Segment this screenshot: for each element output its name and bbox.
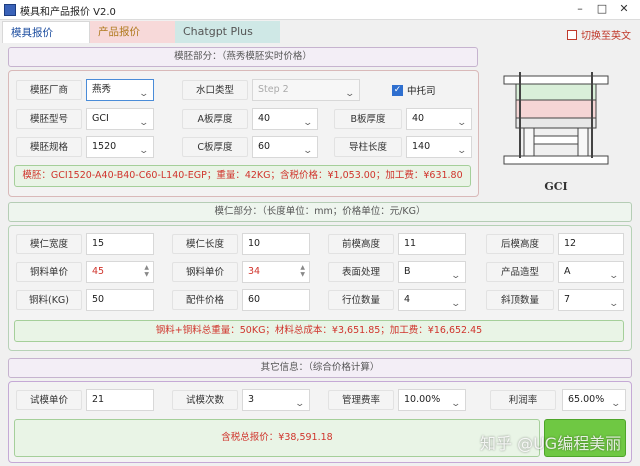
b-plate-select[interactable]: 40 ⌄ [406, 108, 472, 130]
copper-price-label: 铜料单价 [16, 262, 82, 282]
language-toggle[interactable]: 切换至英文 [567, 27, 631, 42]
lifter-count-select[interactable]: 7 ⌄ [558, 289, 624, 311]
spec-label: 模胚规格 [16, 137, 82, 157]
back-height-input[interactable]: 12 [558, 233, 624, 255]
chevron-down-icon: ⌄ [344, 89, 356, 99]
chevron-down-icon: ⌄ [294, 399, 306, 409]
diagram-caption: GCI [544, 180, 568, 193]
chevron-down-icon: ⌄ [138, 118, 150, 128]
model-select[interactable]: GCI ⌄ [86, 108, 154, 130]
vendor-label: 模胚厂商 [16, 80, 82, 100]
shape-select[interactable]: A ⌄ [558, 261, 624, 283]
spinner-icon[interactable]: ▲ ▼ [300, 264, 305, 278]
spinner-icon[interactable]: ▲ ▼ [144, 264, 149, 278]
maximize-button[interactable]: □ [594, 2, 610, 16]
chevron-down-icon: ⌄ [302, 146, 314, 156]
mold-base-header: 模胚部分：（燕秀模胚实时价格） [8, 47, 478, 67]
gate-type-select[interactable]: Step 2 ⌄ [252, 79, 360, 101]
steel-price-stepper[interactable]: 34 ▲ ▼ [242, 261, 310, 283]
mid-plate-checkbox[interactable]: ✓ 中托司 [392, 83, 436, 97]
chevron-down-icon: ⌄ [450, 271, 462, 281]
parts-price-label: 配件价格 [172, 290, 238, 310]
model-label: 模胚型号 [16, 109, 82, 129]
lifter-count-label: 斜顶数量 [486, 290, 554, 310]
chevron-down-icon: ⌄ [138, 146, 150, 156]
steel-price-label: 钢料单价 [172, 262, 238, 282]
tab-chatgpt[interactable]: Chatgpt Plus [175, 21, 280, 43]
mold-base-result: 模胚：GCI1520-A40-B40-C60-L140-EGP；重量：42KG；… [14, 165, 471, 187]
close-button[interactable]: ✕ [616, 2, 632, 16]
a-plate-select[interactable]: 40 ⌄ [252, 108, 318, 130]
trial-count-label: 试模次数 [172, 390, 238, 410]
parts-price-input[interactable]: 60 [242, 289, 310, 311]
trial-price-label: 试模单价 [16, 390, 82, 410]
core-length-input[interactable]: 10 [242, 233, 310, 255]
profit-rate-select[interactable]: 65.00% ⌄ [562, 389, 626, 411]
other-header: 其它信息：（综合价格计算） [8, 358, 632, 378]
mid-plate-label: 中托司 [407, 86, 436, 97]
tab-product-quote[interactable]: 产品报价 [90, 21, 175, 43]
chevron-down-icon: ⌄ [450, 399, 462, 409]
spec-select[interactable]: 1520 ⌄ [86, 136, 154, 158]
a-plate-label: A板厚度 [182, 109, 248, 129]
mgmt-rate-select[interactable]: 10.00% ⌄ [398, 389, 466, 411]
slide-count-label: 行位数量 [328, 290, 394, 310]
c-plate-label: C板厚度 [182, 137, 248, 157]
chevron-down-icon: ⌄ [302, 118, 314, 128]
back-height-label: 后模高度 [486, 234, 554, 254]
chevron-down-icon: ⌄ [456, 118, 468, 128]
app-icon [4, 4, 16, 16]
watermark: 知乎 @UG编程美丽 [480, 434, 622, 453]
front-height-label: 前模高度 [328, 234, 394, 254]
tab-mold-quote[interactable]: 模具报价 [2, 21, 90, 43]
chevron-down-icon: ⌄ [138, 89, 150, 99]
core-length-label: 模仁长度 [172, 234, 238, 254]
total-quote: 含税总报价：¥38,591.18 [14, 419, 540, 457]
window-title: 模具和产品报价 V2.0 [20, 7, 116, 18]
b-plate-label: B板厚度 [334, 109, 402, 129]
chevron-down-icon: ⌄ [608, 299, 620, 309]
chevron-down-icon: ⌄ [610, 399, 622, 409]
trial-count-select[interactable]: 3 ⌄ [242, 389, 310, 411]
title-bar: 模具和产品报价 V2.0 – □ ✕ [0, 0, 640, 20]
chevron-down-icon: ⌄ [608, 271, 620, 281]
tab-bar: 模具报价 产品报价 Chatgpt Plus [0, 21, 640, 43]
vendor-select[interactable]: 燕秀 ⌄ [86, 79, 154, 101]
surface-label: 表面处理 [328, 262, 394, 282]
profit-rate-label: 利润率 [490, 390, 556, 410]
trial-price-input[interactable]: 21 [86, 389, 154, 411]
language-checkbox[interactable] [567, 29, 577, 40]
check-icon: ✓ [392, 84, 403, 96]
core-result: 钢料+铜料总重量：50KG；材料总成本：¥3,651.85；加工费：¥16,65… [14, 320, 624, 342]
c-plate-select[interactable]: 60 ⌄ [252, 136, 318, 158]
shape-label: 产品造型 [486, 262, 554, 282]
surface-select[interactable]: B ⌄ [398, 261, 466, 283]
copper-price-stepper[interactable]: 45 ▲ ▼ [86, 261, 154, 283]
guide-select[interactable]: 140 ⌄ [406, 136, 472, 158]
mold-base-diagram [486, 70, 626, 194]
core-width-label: 模仁宽度 [16, 234, 82, 254]
slide-count-select[interactable]: 4 ⌄ [398, 289, 466, 311]
chevron-down-icon: ⌄ [450, 299, 462, 309]
guide-label: 导柱长度 [334, 137, 402, 157]
minimize-button[interactable]: – [572, 2, 588, 16]
gate-type-label: 水口类型 [182, 80, 248, 100]
core-header: 模仁部分：（长度单位：mm；价格单位：元/KG） [8, 202, 632, 222]
mgmt-rate-label: 管理费率 [328, 390, 394, 410]
chevron-down-icon: ⌄ [456, 146, 468, 156]
front-height-input[interactable]: 11 [398, 233, 466, 255]
core-width-input[interactable]: 15 [86, 233, 154, 255]
copper-kg-input[interactable]: 50 [86, 289, 154, 311]
language-label: 切换至英文 [581, 31, 631, 42]
copper-kg-label: 铜料(KG) [16, 290, 82, 310]
